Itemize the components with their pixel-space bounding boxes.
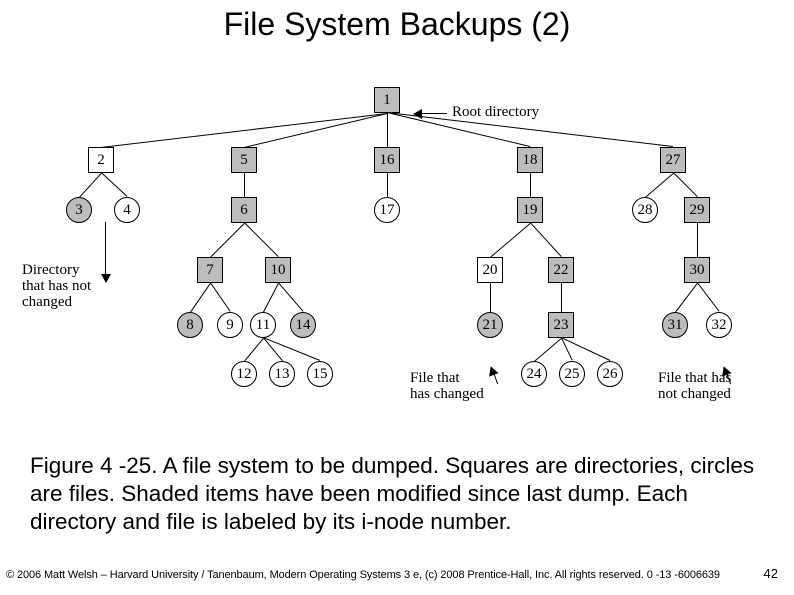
node-27: 27 xyxy=(660,147,686,173)
tree-diagram: Root directory Directory that has not ch… xyxy=(0,70,794,440)
label-file-changed-2: has changed xyxy=(410,386,484,403)
tree-edge xyxy=(530,173,531,197)
tree-edge xyxy=(244,113,387,148)
tree-edge xyxy=(244,173,245,197)
label-dir-unchanged-1: Directory xyxy=(22,262,79,279)
node-13: 13 xyxy=(269,361,295,387)
slide-title: File System Backups (2) xyxy=(0,0,794,43)
tree-edge xyxy=(387,113,388,147)
tree-edge xyxy=(561,337,610,361)
tree-edge xyxy=(530,222,562,257)
node-4: 4 xyxy=(114,197,140,223)
node-30: 30 xyxy=(684,257,710,283)
arrow-root xyxy=(414,113,447,114)
node-15: 15 xyxy=(307,361,333,387)
tree-edge xyxy=(278,282,304,312)
node-11: 11 xyxy=(250,312,276,338)
arrow-dir-unchanged xyxy=(105,222,106,282)
node-18: 18 xyxy=(517,147,543,173)
node-28: 28 xyxy=(632,197,658,223)
tree-edge xyxy=(190,283,211,313)
node-5: 5 xyxy=(231,147,257,173)
tree-edge xyxy=(697,282,720,312)
tree-edge xyxy=(244,338,264,362)
label-file-changed-1: File that xyxy=(410,370,460,387)
node-16: 16 xyxy=(374,147,400,173)
tree-edge xyxy=(673,172,698,197)
label-dir-unchanged-3: changed xyxy=(22,294,72,311)
node-23: 23 xyxy=(548,312,574,338)
label-root: Root directory xyxy=(452,104,539,121)
node-8: 8 xyxy=(177,312,203,338)
figure-caption: Figure 4 -25. A file system to be dumped… xyxy=(30,452,764,536)
tree-edge xyxy=(101,172,128,197)
tree-edge xyxy=(387,173,388,197)
node-1: 1 xyxy=(374,87,400,113)
tree-edge xyxy=(79,173,102,198)
node-14: 14 xyxy=(290,312,316,338)
node-31: 31 xyxy=(662,312,688,338)
tree-edge xyxy=(490,223,531,258)
node-6: 6 xyxy=(231,197,257,223)
node-32: 32 xyxy=(706,312,732,338)
node-25: 25 xyxy=(559,361,585,387)
tree-edge xyxy=(101,113,387,148)
tree-edge xyxy=(210,223,245,258)
tree-edge xyxy=(244,222,279,257)
node-19: 19 xyxy=(517,197,543,223)
tree-edge xyxy=(490,283,491,312)
node-12: 12 xyxy=(231,361,257,387)
node-7: 7 xyxy=(197,257,223,283)
arrow-file-changed xyxy=(491,367,498,384)
node-10: 10 xyxy=(265,257,291,283)
tree-edge xyxy=(697,223,698,257)
node-22: 22 xyxy=(548,257,574,283)
node-29: 29 xyxy=(684,197,710,223)
label-file-unchanged-2: not changed xyxy=(658,386,731,403)
node-2: 2 xyxy=(88,147,114,173)
node-3: 3 xyxy=(66,197,92,223)
node-17: 17 xyxy=(374,197,400,223)
node-20: 20 xyxy=(477,257,503,283)
tree-edge xyxy=(534,338,562,362)
footer-credit: © 2006 Matt Welsh – Harvard University /… xyxy=(6,569,720,581)
node-9: 9 xyxy=(217,312,243,338)
tree-edge xyxy=(210,282,231,312)
page-number: 42 xyxy=(764,566,778,581)
tree-edge xyxy=(263,283,279,312)
tree-edge xyxy=(675,283,698,313)
node-21: 21 xyxy=(477,312,503,338)
tree-edge xyxy=(561,283,562,312)
node-26: 26 xyxy=(597,361,623,387)
tree-edge xyxy=(645,173,674,198)
node-24: 24 xyxy=(521,361,547,387)
label-dir-unchanged-2: that has not xyxy=(22,278,91,295)
